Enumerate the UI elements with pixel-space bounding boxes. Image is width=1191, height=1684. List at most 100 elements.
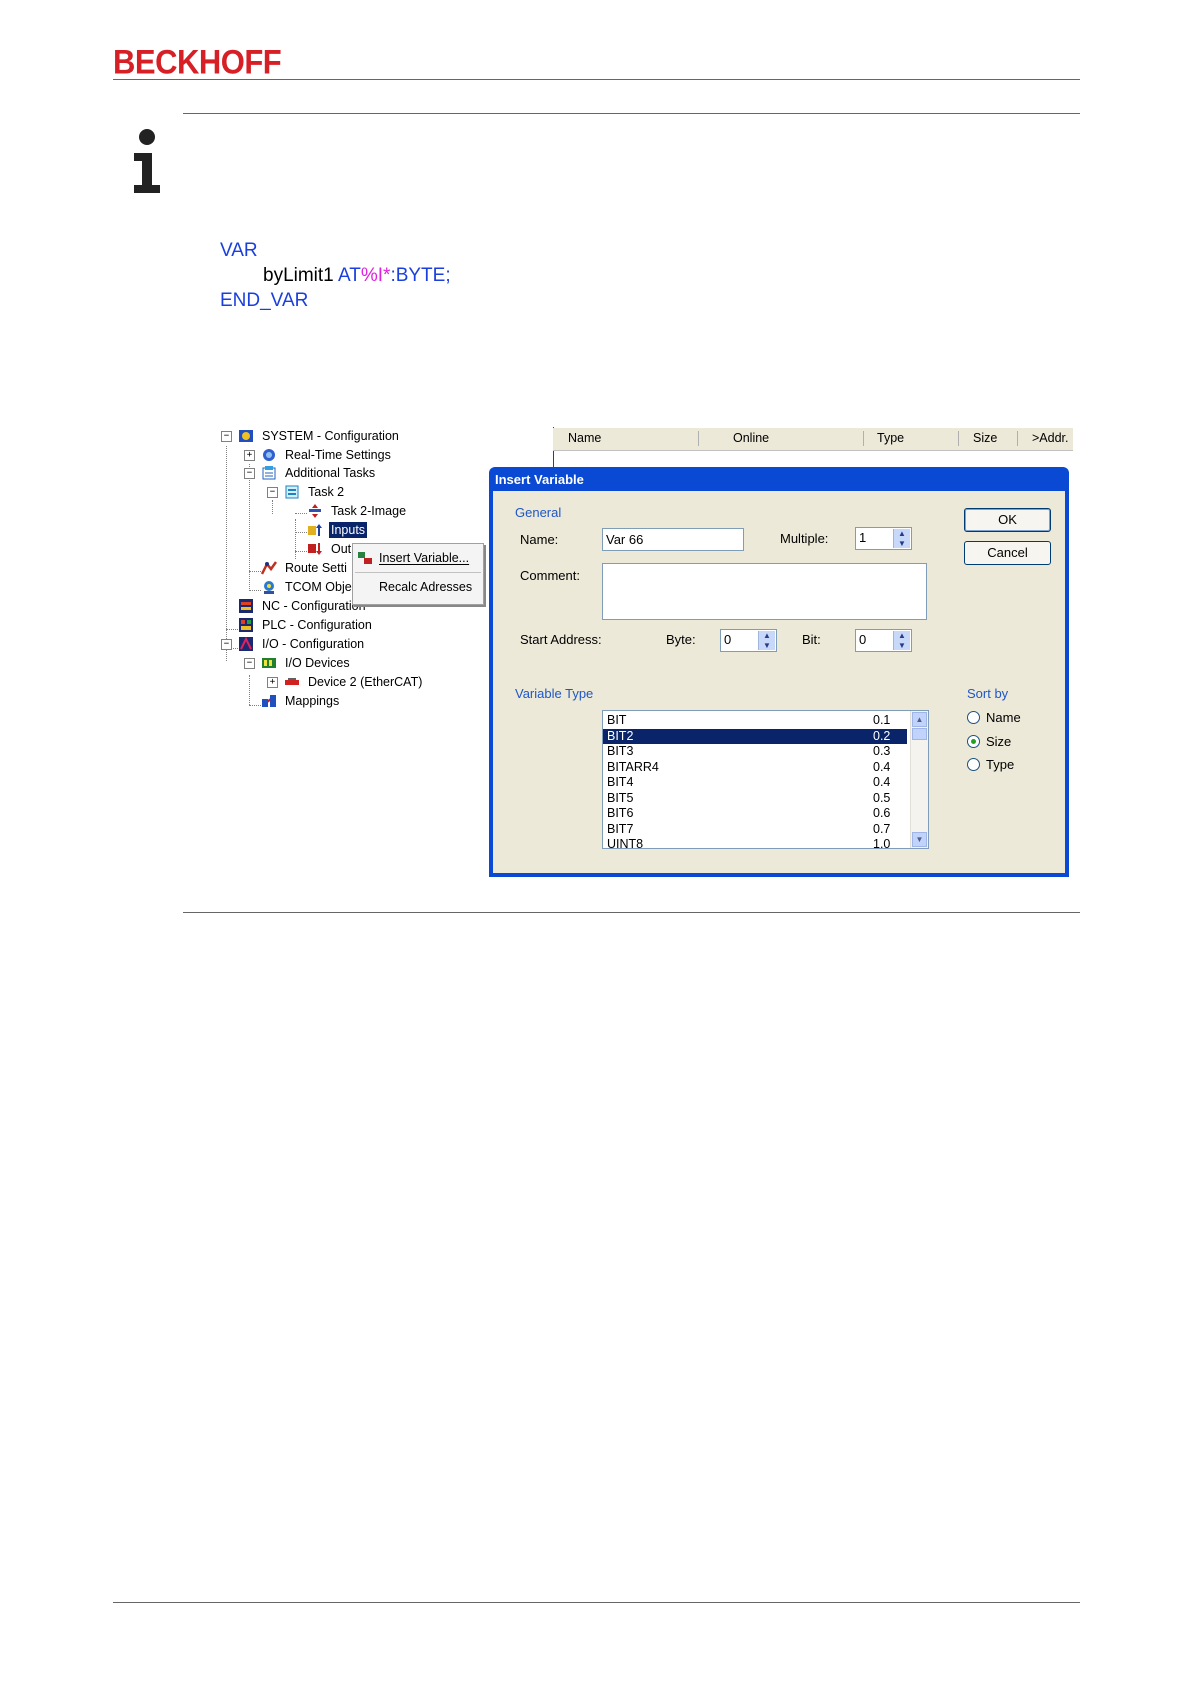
multiple-value: 1 xyxy=(859,530,867,545)
tree-item-label: NC - Configuration xyxy=(262,599,366,613)
multiple-label: Multiple: xyxy=(780,531,829,546)
collapse-icon[interactable]: − xyxy=(244,468,255,479)
start-address-label: Start Address: xyxy=(520,632,602,647)
plc-icon xyxy=(239,618,253,632)
variable-type-list[interactable]: BIT 0.1 BIT2 0.2 BIT3 0.3 BITARR4 0.4 BIT4 0.… xyxy=(602,710,929,849)
list-item[interactable]: UINT8 1.0 xyxy=(603,837,907,848)
code-at-keyword: AT xyxy=(337,265,361,286)
realtime-icon xyxy=(263,449,275,461)
byte-value: 0 xyxy=(724,632,732,647)
bit-label: Bit: xyxy=(802,632,821,647)
column-header-name[interactable]: Name xyxy=(568,431,601,445)
tree-item-label: Mappings xyxy=(285,694,340,708)
image-icon xyxy=(309,504,321,518)
column-header-type[interactable]: Type xyxy=(877,431,904,445)
footer-rule xyxy=(113,1602,1080,1603)
tree-item-label: Task 2-Image xyxy=(331,504,407,518)
tree-item-label: Task 2 xyxy=(308,485,345,499)
tree-item-label: PLC - Configuration xyxy=(262,618,372,632)
header-rule xyxy=(113,79,1080,80)
note-top-rule xyxy=(183,113,1080,114)
list-item[interactable]: BIT5 0.5 xyxy=(603,791,907,807)
code-sample: VAR byLimit1 AT%I*:BYTE; END_VAR xyxy=(220,238,451,313)
tree-item-label: Out xyxy=(331,542,352,556)
tree-item-label: Real-Time Settings xyxy=(285,448,391,462)
list-view-header: Name Online Type Size >Addr. xyxy=(553,428,1073,451)
list-item[interactable]: BIT3 0.3 xyxy=(603,744,907,760)
comment-input[interactable] xyxy=(602,563,927,620)
code-address: %I* xyxy=(360,265,391,286)
mappings-icon xyxy=(262,695,276,707)
list-item-selected[interactable]: BIT2 0.2 xyxy=(603,728,907,744)
list-item[interactable]: BIT 0.1 xyxy=(603,713,907,729)
sort-by-name-option[interactable]: Name xyxy=(967,710,1047,726)
cancel-button[interactable]: Cancel xyxy=(964,541,1051,565)
menu-item-recalc-adresses[interactable]: Recalc Adresses xyxy=(353,576,481,598)
scroll-thumb[interactable] xyxy=(912,728,927,740)
tree-item-label: Route Setti xyxy=(285,561,347,575)
sort-by-label: Sort by xyxy=(967,686,1009,701)
tasks-icon xyxy=(262,466,276,480)
ok-button[interactable]: OK xyxy=(964,508,1051,532)
code-variable-name: byLimit1 xyxy=(263,265,334,286)
tcom-icon xyxy=(264,581,274,594)
tree-item-label: I/O - Configuration xyxy=(262,637,365,651)
bit-stepper[interactable]: 0 ▲ ▼ xyxy=(855,629,912,652)
brand-logo: BECKHOFF xyxy=(113,42,282,82)
expand-icon[interactable]: + xyxy=(244,450,255,461)
nc-icon xyxy=(239,599,253,613)
byte-stepper[interactable]: 0 ▲ ▼ xyxy=(720,629,777,652)
context-menu: Insert Variable... Recalc Adresses xyxy=(352,543,484,605)
expand-icon[interactable]: + xyxy=(267,677,278,688)
radio-button[interactable] xyxy=(967,711,980,724)
list-scrollbar[interactable]: ▲ ▼ xyxy=(910,711,928,848)
list-item[interactable]: BITARR4 0.4 xyxy=(603,760,907,776)
sort-by-size-option[interactable]: Size xyxy=(967,734,1047,750)
comment-label: Comment: xyxy=(520,568,580,583)
code-var-keyword: VAR xyxy=(220,240,258,261)
collapse-icon[interactable]: − xyxy=(244,658,255,669)
radio-button[interactable] xyxy=(967,758,980,771)
tree-item-label-selected: Inputs xyxy=(329,522,368,538)
radio-button-selected[interactable] xyxy=(967,735,980,748)
name-label: Name: xyxy=(520,532,559,547)
scroll-down-icon[interactable]: ▼ xyxy=(912,832,927,847)
note-bottom-rule xyxy=(183,912,1080,913)
group-variable-type-label: Variable Type xyxy=(515,686,594,701)
devices-icon xyxy=(262,658,276,668)
collapse-icon[interactable]: − xyxy=(221,639,232,650)
list-item[interactable]: BIT6 0.6 xyxy=(603,806,907,822)
code-end-var-keyword: END_VAR xyxy=(220,290,309,311)
system-icon xyxy=(239,430,253,442)
scroll-up-icon[interactable]: ▲ xyxy=(912,712,927,727)
task-icon xyxy=(285,485,299,499)
spinner-icon[interactable]: ▲ ▼ xyxy=(893,631,910,650)
tree-item-label: SYSTEM - Configuration xyxy=(262,429,399,443)
list-item[interactable]: BIT4 0.4 xyxy=(603,775,907,791)
inputs-icon xyxy=(308,524,322,536)
byte-label: Byte: xyxy=(666,632,696,647)
insert-variable-icon xyxy=(358,552,372,564)
spinner-icon[interactable]: ▲ ▼ xyxy=(893,529,910,548)
info-icon xyxy=(134,129,160,193)
bit-value: 0 xyxy=(859,632,867,647)
dialog-title: Insert Variable xyxy=(495,472,584,487)
group-general-label: General xyxy=(515,505,562,520)
spinner-icon[interactable]: ▲ ▼ xyxy=(758,631,775,650)
column-header-address[interactable]: >Addr. xyxy=(1032,431,1069,445)
list-item[interactable]: BIT7 0.7 xyxy=(603,822,907,838)
collapse-icon[interactable]: − xyxy=(267,487,278,498)
multiple-stepper[interactable]: 1 ▲ ▼ xyxy=(855,527,912,550)
tree-item-label: I/O Devices xyxy=(285,656,350,670)
menu-item-insert-variable[interactable]: Insert Variable... xyxy=(353,547,481,569)
column-header-online[interactable]: Online xyxy=(733,431,769,445)
tree-item-label: TCOM Obje xyxy=(285,580,352,594)
sort-by-type-option[interactable]: Type xyxy=(967,757,1047,773)
route-icon xyxy=(261,561,277,575)
tree-item-label: Additional Tasks xyxy=(285,466,376,480)
io-icon xyxy=(239,636,253,651)
column-header-size[interactable]: Size xyxy=(973,431,997,445)
name-input[interactable] xyxy=(602,528,744,551)
collapse-icon[interactable]: − xyxy=(221,431,232,442)
outputs-icon xyxy=(308,543,322,555)
